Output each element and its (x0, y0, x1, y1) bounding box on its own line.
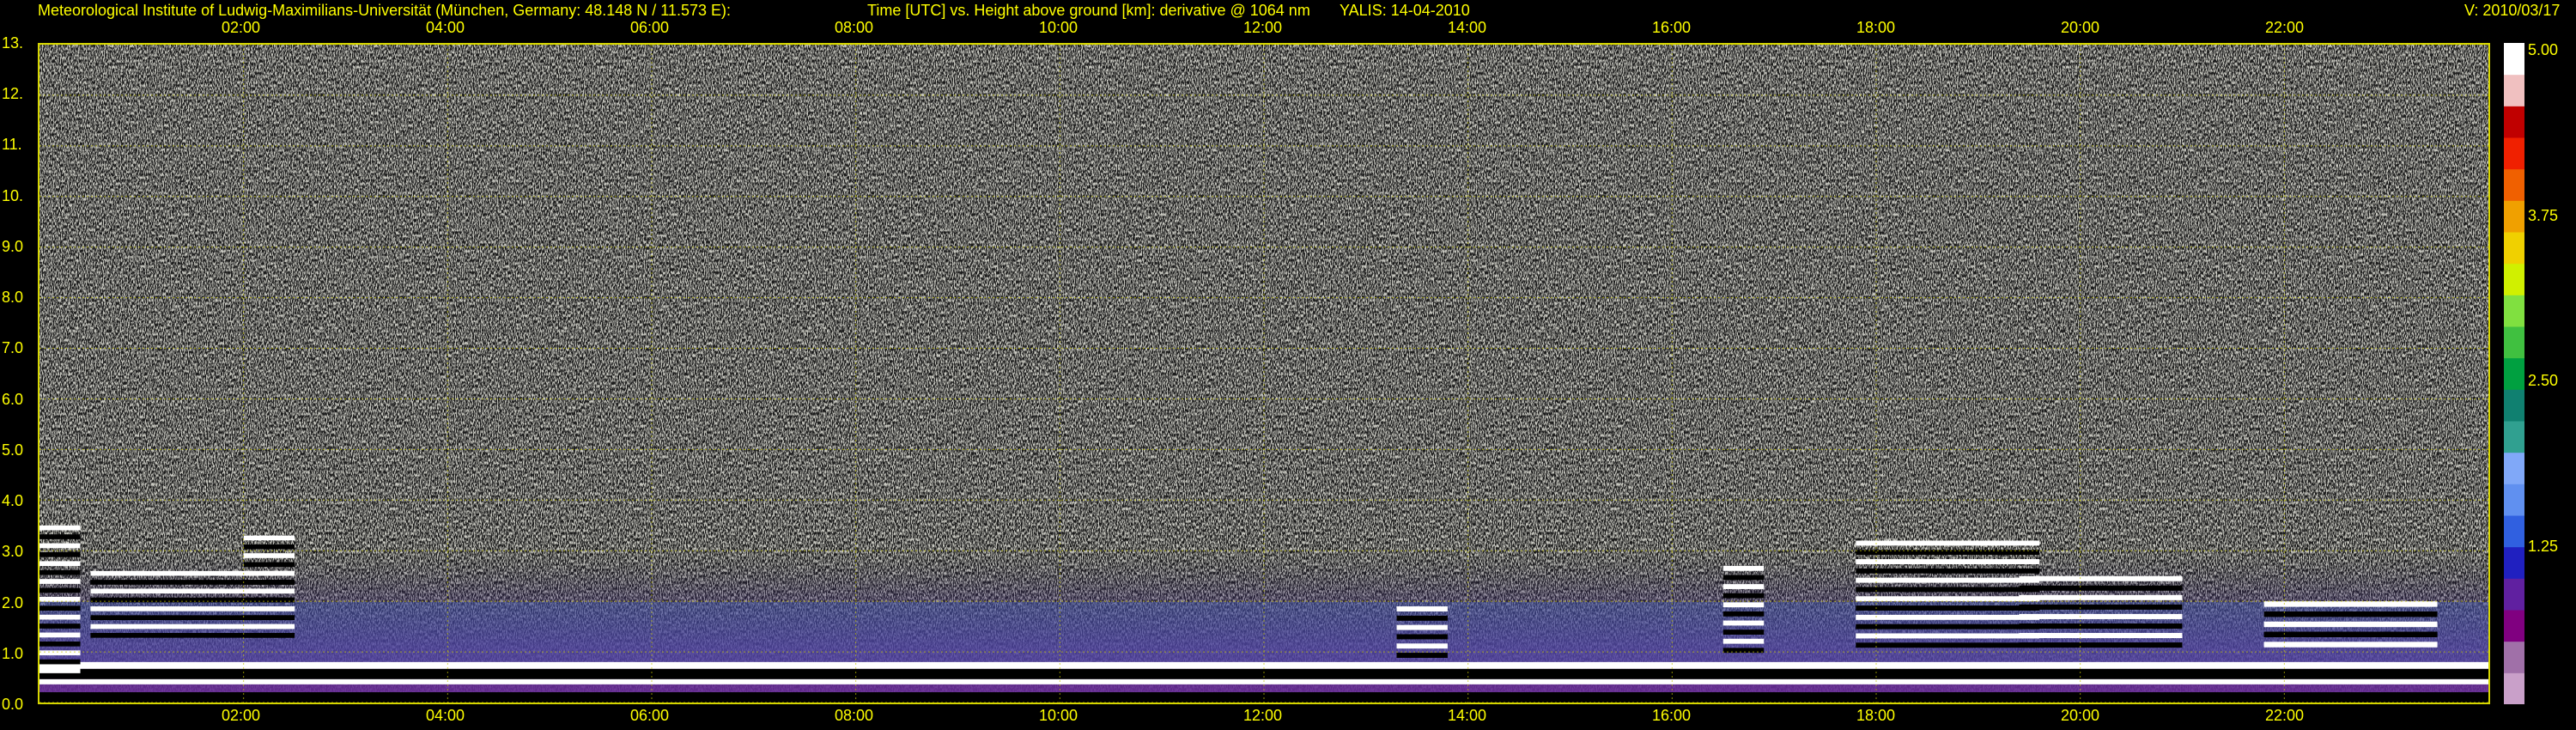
x-tick-label: 16:00 (1652, 19, 1692, 36)
colorbar-swatch (2504, 43, 2524, 76)
colorbar-swatch (2504, 263, 2524, 295)
x-tick-label: 18:00 (1856, 19, 1896, 36)
x-tick-label: 22:00 (2265, 707, 2305, 724)
colorbar-swatch (2504, 578, 2524, 611)
colorbar-swatch (2504, 515, 2524, 548)
y-tick-label: 8.0 (2, 289, 24, 307)
institute-label: Meteorological Institute of Ludwig-Maxim… (38, 2, 732, 19)
x-tick-label: 14:00 (1448, 19, 1487, 36)
version-label: V: 2010/03/17 (2464, 2, 2561, 19)
x-tick-label: 04:00 (426, 19, 465, 36)
x-tick-label: 02:00 (222, 707, 261, 724)
colorbar-tick-label: 2.50 (2528, 372, 2559, 389)
cloud-segment (39, 525, 81, 673)
x-tick-label: 04:00 (426, 707, 465, 724)
axis-description: Time [UTC] vs. Height above ground [km]:… (867, 2, 1310, 19)
colorbar (2504, 43, 2524, 705)
colorbar-swatch (2504, 137, 2524, 170)
colorbar-swatch (2504, 295, 2524, 327)
y-tick-label: 3.0 (2, 543, 24, 561)
y-tick-label: 7.0 (2, 339, 24, 357)
y-tick-label: 10. (2, 186, 24, 204)
surface-layer-dark (39, 668, 2488, 679)
colorbar-swatch (2504, 357, 2524, 390)
colorbar-swatch (2504, 200, 2524, 233)
colorbar-tick-label: 1.25 (2528, 537, 2559, 555)
colorbar-swatch (2504, 326, 2524, 359)
colorbar-swatch (2504, 168, 2524, 201)
x-tick-label: 10:00 (1039, 707, 1078, 724)
x-tick-label: 02:00 (222, 19, 261, 36)
x-tick-label: 08:00 (835, 707, 874, 724)
colorbar-swatch (2504, 232, 2524, 265)
colorbar-swatch (2504, 452, 2524, 484)
x-tick-label: 12:00 (1243, 19, 1283, 36)
plot-area (38, 43, 2490, 704)
colorbar-swatch (2504, 106, 2524, 138)
instrument-date: YALIS: 14-04-2010 (1340, 2, 1470, 19)
y-tick-label: 6.0 (2, 390, 24, 408)
y-tick-label: 12. (2, 85, 24, 103)
x-tick-label: 10:00 (1039, 19, 1078, 36)
mixing-layer-band (39, 601, 2488, 662)
y-tick-label: 0.0 (2, 696, 24, 713)
colorbar-swatch (2504, 672, 2524, 705)
x-tick-label: 06:00 (630, 707, 670, 724)
colorbar-swatch (2504, 641, 2524, 673)
x-tick-label: 20:00 (2061, 19, 2100, 36)
y-tick-label: 11. (2, 136, 22, 154)
colorbar-tick-label: 3.75 (2528, 206, 2559, 224)
colorbar-swatch (2504, 74, 2524, 106)
x-tick-label: 08:00 (835, 19, 874, 36)
x-tick-label: 14:00 (1448, 707, 1487, 724)
y-tick-label: 13. (2, 34, 24, 52)
y-tick-label: 2.0 (2, 593, 24, 611)
colorbar-swatch (2504, 421, 2524, 453)
x-tick-label: 20:00 (2061, 707, 2100, 724)
y-tick-label: 5.0 (2, 441, 24, 459)
colorbar-swatch (2504, 389, 2524, 422)
colorbar-swatch (2504, 484, 2524, 516)
lidar-heatmap (39, 45, 2488, 703)
x-tick-label: 12:00 (1243, 707, 1283, 724)
x-tick-label: 06:00 (630, 19, 670, 36)
y-tick-label: 1.0 (2, 644, 24, 662)
y-tick-label: 4.0 (2, 492, 24, 510)
y-tick-label: 9.0 (2, 237, 24, 255)
colorbar-swatch (2504, 610, 2524, 642)
colorbar-swatch (2504, 546, 2524, 579)
colorbar-tick-label: 5.00 (2528, 41, 2559, 58)
x-tick-label: 18:00 (1856, 707, 1896, 724)
x-tick-label: 16:00 (1652, 707, 1692, 724)
x-tick-label: 22:00 (2265, 19, 2305, 36)
